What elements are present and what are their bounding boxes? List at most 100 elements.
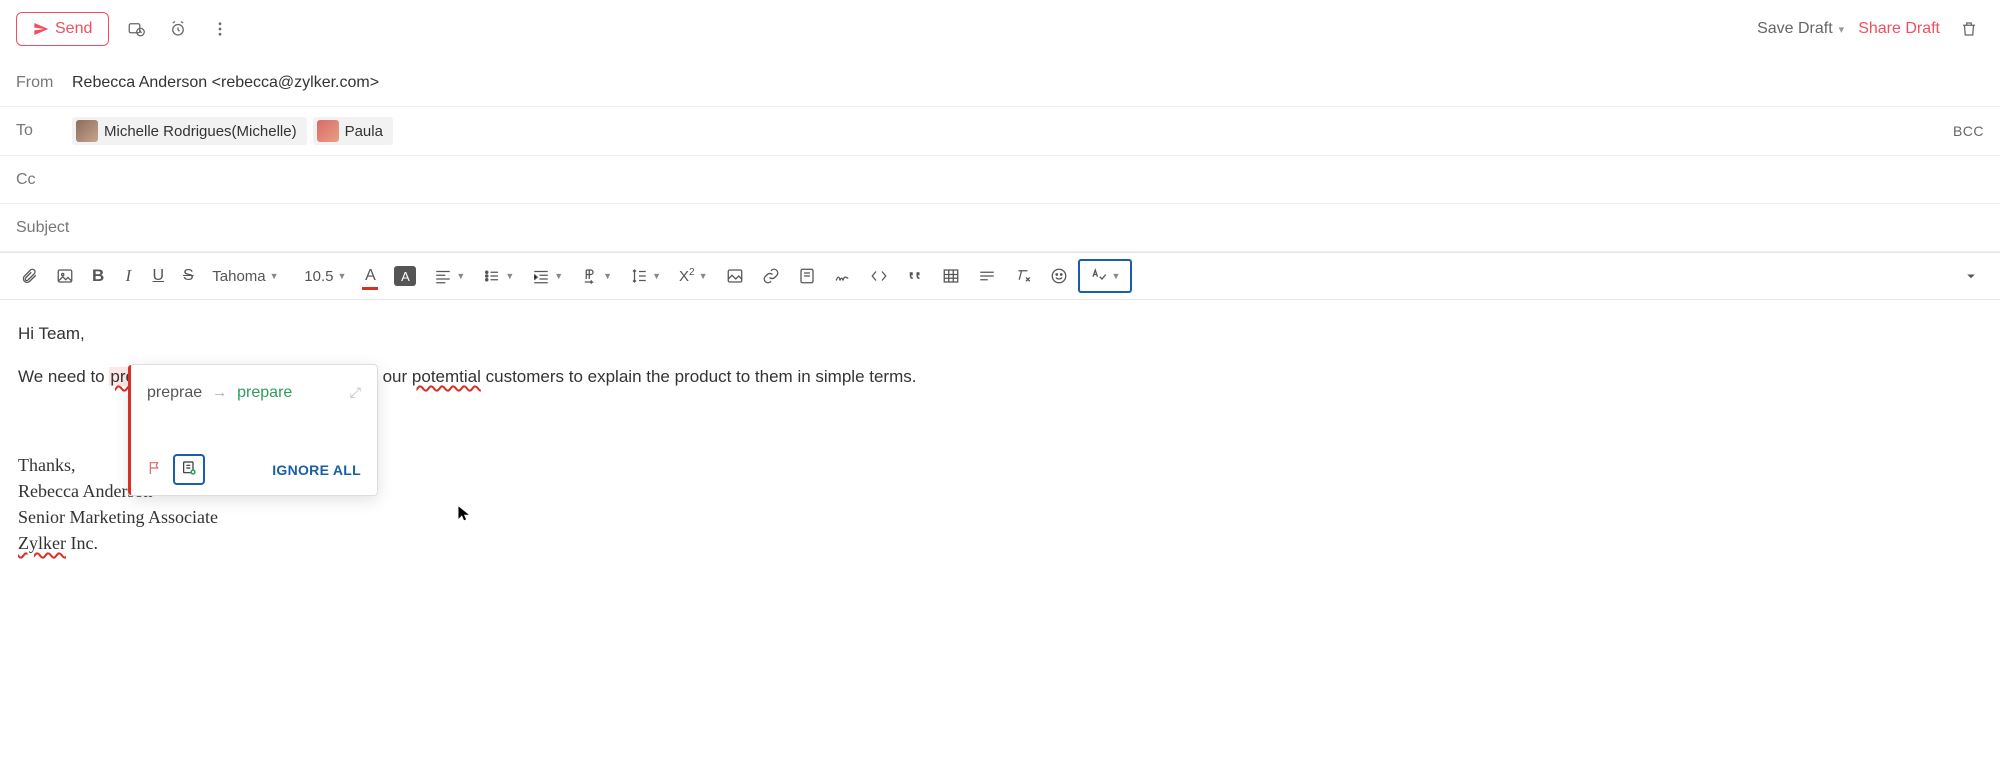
line-height-icon [630,267,648,285]
table-icon [942,267,960,285]
align-button[interactable]: ▼ [426,263,473,289]
chevron-down-icon: ▼ [554,271,563,281]
popup-actions: IGNORE ALL [147,454,361,485]
from-row: From Rebecca Anderson <rebecca@zylker.co… [0,59,2000,107]
direction-button[interactable]: ▼ [573,263,620,289]
suggested-word: prepare [237,379,292,406]
send-button[interactable]: Send [16,12,109,46]
hr-button[interactable] [970,260,1004,292]
reminder-button[interactable] [163,14,193,44]
more-options-button[interactable] [205,14,235,44]
bullet-list-icon [483,267,501,285]
formatting-toolbar: B I U S Tahoma▼ 10.5▼ A A ▼ ▼ ▼ ▼ ▼ X2▼ … [0,252,2000,300]
suggestion-row[interactable]: preprae → prepare ⤢ [147,379,361,406]
chevron-down-icon: ▼ [603,271,612,281]
superscript-button[interactable]: X2▼ [671,263,716,289]
recipient-chip[interactable]: Paula [313,117,393,145]
from-value: Rebecca Anderson <rebecca@zylker.com> [72,74,379,92]
schedule-send-button[interactable] [121,14,151,44]
cc-label: Cc [16,171,72,189]
font-family-select[interactable]: Tahoma ▼ [204,264,294,289]
arrow-right-icon: → [212,380,227,406]
insert-table-button[interactable] [934,260,968,292]
alarm-icon [169,20,187,38]
send-icon [33,21,49,37]
chevron-down-icon [1962,267,1980,285]
insert-link-button[interactable] [754,260,788,292]
line-height-button[interactable]: ▼ [622,263,669,289]
font-family-value: Tahoma [212,268,265,285]
bcc-toggle[interactable]: BCC [1953,123,1984,139]
top-action-bar: Send Save Draft ▾ Share Draft [0,0,2000,59]
underline-button[interactable]: U [144,260,172,292]
code-button[interactable] [862,260,896,292]
link-icon [762,267,780,285]
spellcheck-button-active[interactable]: ▼ [1078,259,1133,293]
insert-inline-image-button[interactable] [718,260,752,292]
insert-image-button[interactable] [48,260,82,292]
trash-icon [1960,20,1978,38]
ignore-all-button[interactable]: IGNORE ALL [272,462,361,478]
chevron-down-icon: ▼ [456,271,465,281]
attach-button[interactable] [12,260,46,292]
code-icon [870,267,888,285]
recipient-name: Paula [345,123,383,140]
message-body[interactable]: Hi Team, We need to preprae a presentati… [0,300,2000,576]
quote-icon [906,267,924,285]
flag-icon [147,460,163,476]
top-right-group: Save Draft ▾ Share Draft [1757,14,1984,44]
indent-icon [532,267,550,285]
spellcheck-icon [1090,267,1108,285]
recipient-chip[interactable]: Michelle Rodrigues(Michelle) [72,117,307,145]
insert-template-button[interactable] [790,260,824,292]
emoji-button[interactable] [1042,260,1076,292]
chevron-down-icon: ▼ [270,271,279,281]
greeting-line: Hi Team, [18,320,1982,349]
font-size-value: 10.5 [304,268,333,285]
top-left-group: Send [16,12,235,46]
chevron-down-icon: ▼ [505,271,514,281]
template-icon [798,267,816,285]
save-draft-button[interactable]: Save Draft ▾ [1757,20,1844,38]
subject-row[interactable]: Subject [0,204,2000,252]
quote-button[interactable] [898,260,932,292]
to-label: To [16,122,72,140]
paperclip-icon [20,267,38,285]
text-color-button[interactable]: A [356,260,384,292]
chevron-down-icon: ▼ [337,271,346,281]
dictionary-icon [181,460,197,476]
clear-format-button[interactable] [1006,260,1040,292]
avatar [76,120,98,142]
discard-draft-button[interactable] [1954,14,1984,44]
font-size-select[interactable]: 10.5 ▼ [296,264,354,289]
expand-icon[interactable]: ⤢ [350,381,361,405]
text-direction-icon [581,267,599,285]
add-to-dictionary-button[interactable] [173,454,205,485]
save-draft-label: Save Draft [1757,20,1833,38]
flag-button[interactable] [147,460,163,479]
align-left-icon [434,267,452,285]
clear-format-icon [1014,267,1032,285]
original-word: preprae [147,379,202,406]
insert-signature-button[interactable] [826,260,860,292]
indent-button[interactable]: ▼ [524,263,571,289]
cc-row[interactable]: Cc [0,156,2000,204]
emoji-icon [1050,267,1068,285]
from-label: From [16,74,72,92]
highlight-color-button[interactable]: A [386,260,424,292]
chevron-down-icon: ▾ [1839,23,1845,36]
list-button[interactable]: ▼ [475,263,522,289]
schedule-send-icon [127,20,145,38]
spellcheck-popup: preprae → prepare ⤢ IGNORE ALL [130,364,378,496]
share-draft-button[interactable]: Share Draft [1858,20,1940,38]
to-row[interactable]: To Michelle Rodrigues(Michelle) Paula BC… [0,107,2000,156]
chevron-down-icon: ▼ [1112,271,1121,281]
strikethrough-button[interactable]: S [174,260,202,292]
avatar [317,120,339,142]
bold-button[interactable]: B [84,260,112,292]
recipient-name: Michelle Rodrigues(Michelle) [104,123,297,140]
signature-icon [834,267,852,285]
toolbar-expand-button[interactable] [1954,260,1988,292]
spelling-error[interactable]: potemtial [412,367,481,386]
italic-button[interactable]: I [114,260,142,292]
